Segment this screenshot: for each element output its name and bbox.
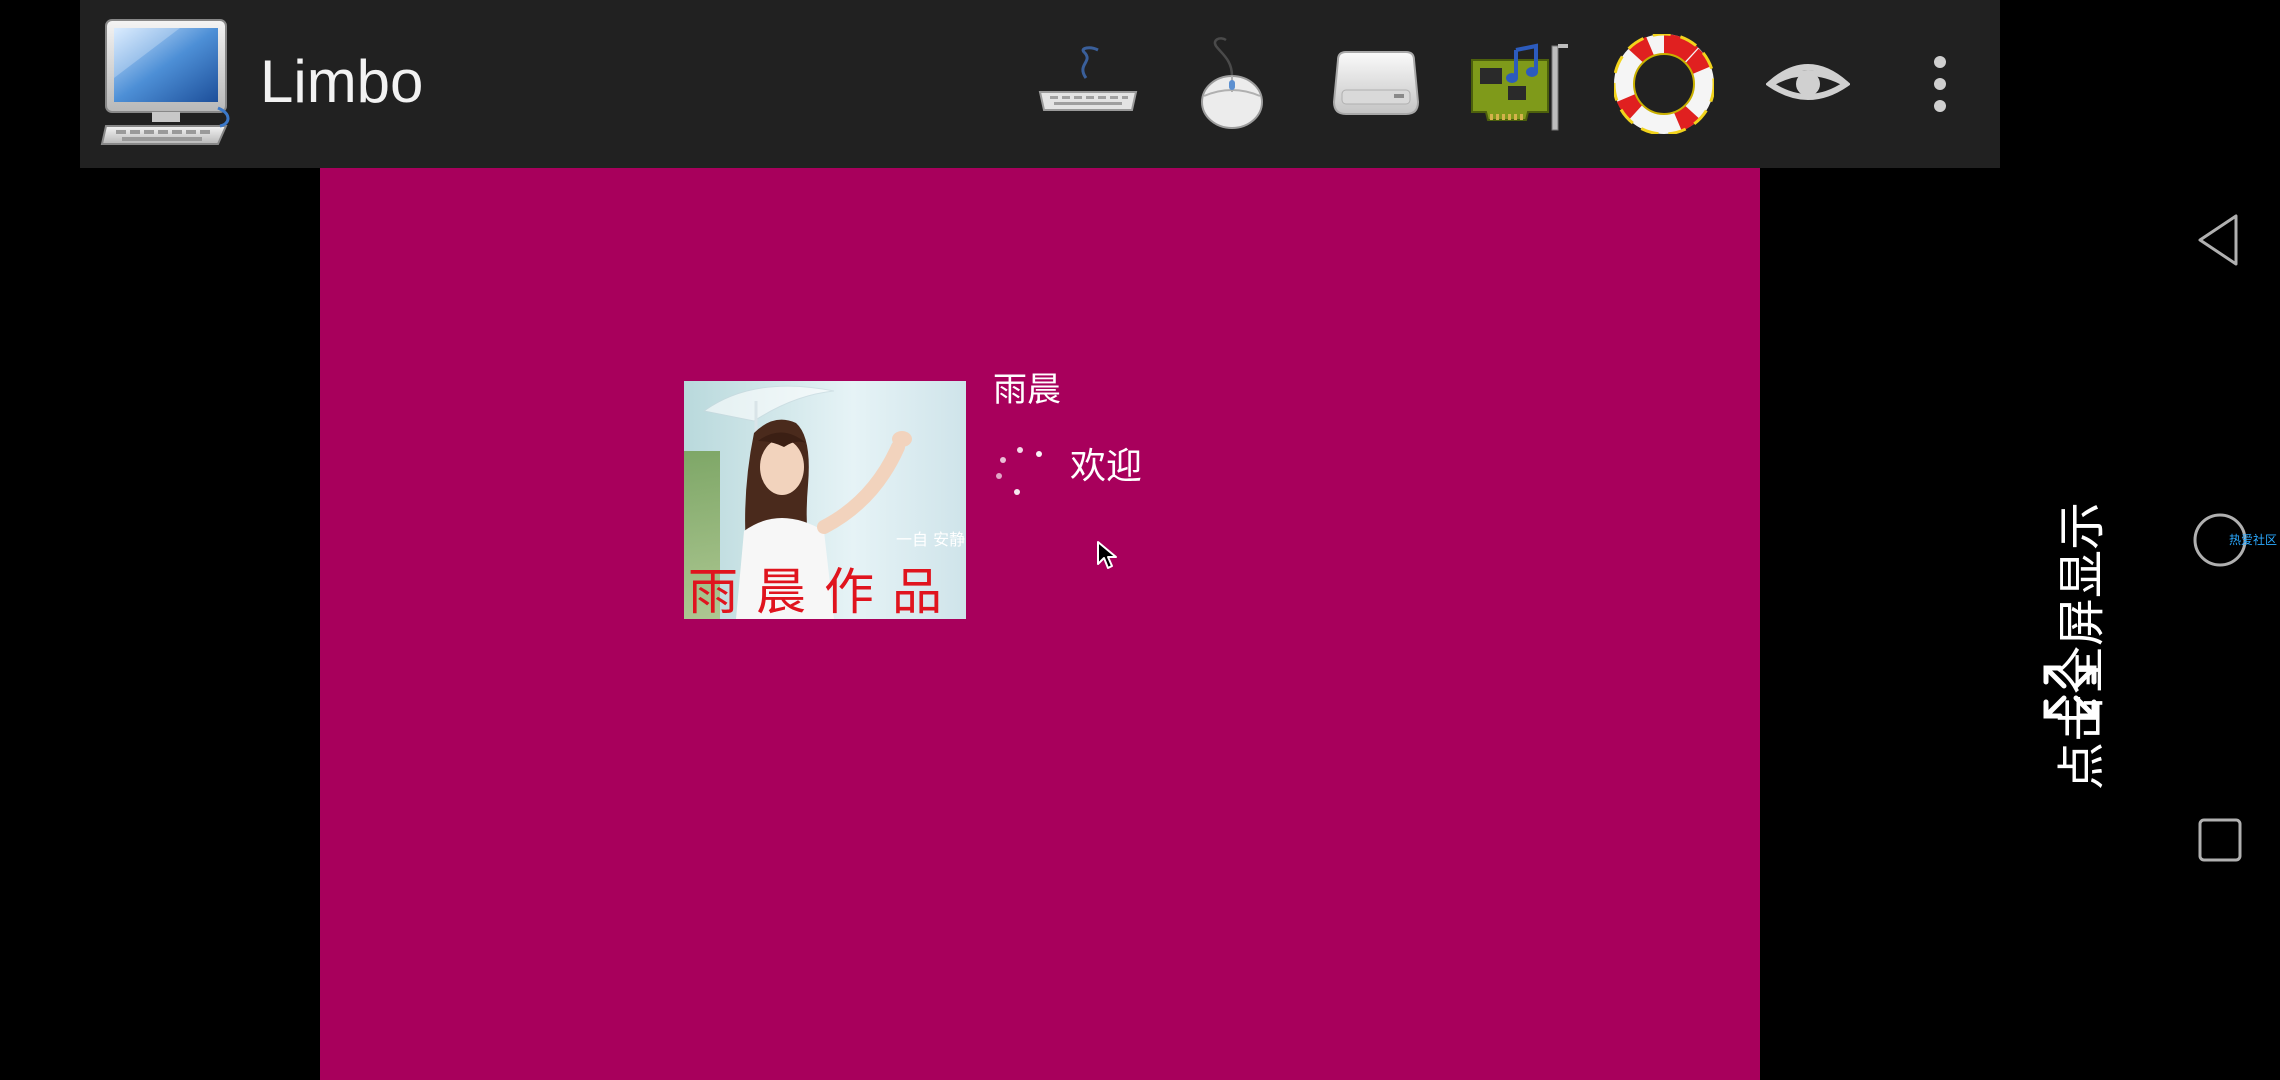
- avatar-overlay-text: 一自 安静: [896, 530, 965, 549]
- overflow-menu-button[interactable]: [1890, 22, 1990, 146]
- sound-card-icon: [1471, 43, 1568, 131]
- loading-spinner-icon: [993, 446, 1047, 500]
- recent-square-icon: [2198, 818, 2242, 862]
- lifebuoy-icon: [1614, 34, 1714, 134]
- user-name[interactable]: 雨晨: [993, 368, 1061, 412]
- vm-display[interactable]: 一自 安静 雨晨作品 雨晨 欢迎: [320, 168, 1760, 1080]
- fullscreen-hint-button[interactable]: 点击全屏显示: [2010, 330, 2130, 790]
- watermark-text: 热爱社区: [2229, 533, 2278, 547]
- expand-icon: [2042, 664, 2098, 720]
- computer-icon[interactable]: [100, 18, 230, 148]
- back-button[interactable]: [2180, 200, 2260, 280]
- view-button[interactable]: [1746, 22, 1870, 146]
- audio-button[interactable]: [1458, 22, 1582, 146]
- more-vertical-icon: [1934, 56, 1946, 112]
- mouse-icon: [1201, 37, 1263, 129]
- drive-button[interactable]: [1314, 22, 1438, 146]
- avatar-caption: 雨晨作品: [688, 563, 960, 619]
- fullscreen-hint-label: 点击全屏显示: [2054, 501, 2110, 790]
- help-button[interactable]: [1602, 22, 1726, 146]
- android-screen: Limbo 一自 安静 雨晨作品 雨晨 欢迎 点击全屏显示 热爱社区: [0, 0, 2280, 1080]
- back-triangle-icon: [2198, 214, 2238, 266]
- keyboard-icon: [1038, 46, 1138, 111]
- app-title: Limbo: [260, 48, 424, 115]
- removable-drive-icon: [1332, 51, 1420, 115]
- user-avatar: 一自 安静 雨晨作品: [684, 381, 966, 619]
- recent-apps-button[interactable]: [2180, 800, 2260, 880]
- keyboard-button[interactable]: [1026, 22, 1150, 146]
- mouse-button[interactable]: [1170, 22, 1294, 146]
- action-bar: Limbo: [80, 0, 2000, 168]
- mouse-pointer-icon: [1096, 540, 1118, 572]
- welcome-status-text: 欢迎: [1070, 446, 1143, 487]
- eye-icon: [1766, 64, 1850, 100]
